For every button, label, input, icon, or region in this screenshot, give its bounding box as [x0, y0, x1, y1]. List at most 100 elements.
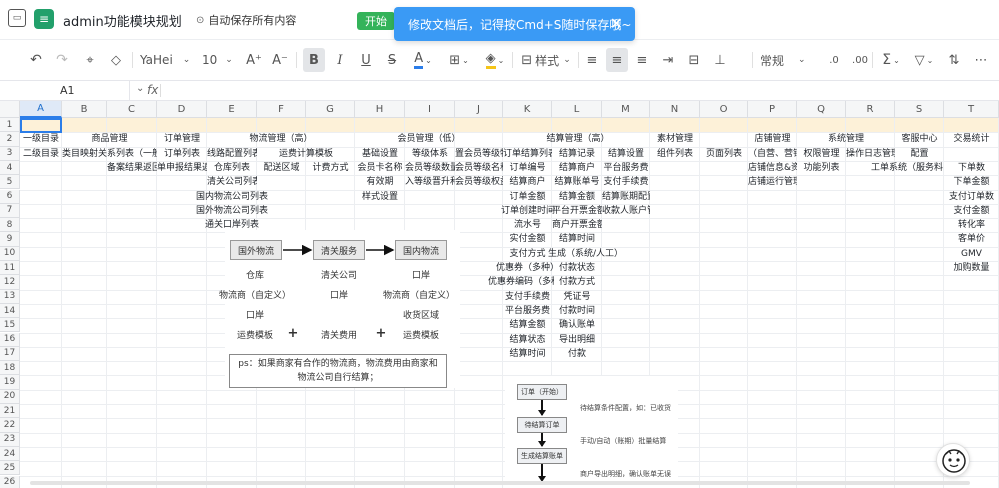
cell-text[interactable]: 加购数量	[944, 261, 999, 275]
row-header-11[interactable]: 11	[0, 261, 20, 276]
cell-text[interactable]: 结算记录	[552, 147, 602, 161]
cell-text[interactable]: 交易统计	[944, 132, 999, 146]
settlement-flowchart[interactable]: 订单（开始） 待结算订单 生成结算账单 待结算条件配置，如：已收货 手动/自动（…	[505, 376, 678, 488]
logistics-flow-diagram[interactable]: 国外物流 清关服务 国内物流 仓库 物流商（自定义） 口岸 运费模板 清关公司 …	[219, 230, 460, 388]
column-header-l[interactable]: L	[552, 101, 602, 118]
cell-text[interactable]: 结算金额	[552, 190, 602, 204]
cell-text[interactable]: 单申报结果返	[157, 161, 207, 175]
filter-icon[interactable]: ▽ ⌄	[910, 48, 938, 72]
cell-text[interactable]: 仓库列表	[207, 161, 257, 175]
document-title[interactable]: admin功能模块规划	[63, 11, 182, 30]
cell-text[interactable]: 素材管理	[650, 132, 700, 146]
name-box[interactable]: A1	[0, 81, 130, 100]
font-family-dropdown[interactable]: YaHei ⌄	[140, 48, 196, 72]
cell-text[interactable]: 结算时间	[503, 347, 552, 361]
cell-text[interactable]: 流水号	[503, 218, 552, 232]
row-header-1[interactable]: 1	[0, 118, 20, 133]
cell-text[interactable]: 付款方式	[552, 275, 602, 289]
cell-text[interactable]: 国内物流公司列表	[187, 190, 277, 204]
row-header-21[interactable]: 21	[0, 404, 20, 419]
cell-text[interactable]: 系统管理	[797, 132, 895, 146]
cell-text[interactable]: 样式设置	[355, 190, 405, 204]
cell-text[interactable]: 下单金额	[944, 175, 999, 189]
cell-text[interactable]: 结算状态	[503, 333, 552, 347]
cell-text[interactable]: 备案结果返回	[107, 161, 157, 175]
save-icon[interactable]: ▭	[8, 9, 26, 27]
more-icon[interactable]: ⋯	[970, 48, 992, 72]
cell-text[interactable]: 转化率	[944, 218, 999, 232]
cell-text[interactable]: 置会员等级特	[455, 147, 503, 161]
cell-text[interactable]: 订单管理	[157, 132, 207, 146]
column-header-a[interactable]: A	[20, 101, 62, 118]
row-header-3[interactable]: 3	[0, 146, 20, 161]
row-header-17[interactable]: 17	[0, 346, 20, 362]
cell-text[interactable]: 配置	[895, 147, 944, 161]
cell-text[interactable]: 类目映射关系列表（一般、重	[62, 147, 157, 161]
cell-text[interactable]: 确认账单	[552, 318, 602, 332]
merge-cells-icon[interactable]: ⊟	[684, 48, 704, 72]
cell-text[interactable]: 下单数	[944, 161, 999, 175]
cell-text[interactable]: 平台服务费	[503, 304, 552, 318]
decimal-icon[interactable]: .0	[824, 48, 844, 72]
cell-text[interactable]: 结算金额	[503, 318, 552, 332]
align-right-icon[interactable]: ≡	[632, 48, 652, 72]
wrap-text-icon[interactable]: ⇥	[658, 48, 678, 72]
row-header-16[interactable]: 16	[0, 332, 20, 347]
horizontal-scrollbar[interactable]	[30, 481, 970, 485]
row-header-10[interactable]: 10	[0, 246, 20, 261]
column-header-e[interactable]: E	[207, 101, 257, 118]
redo-icon[interactable]: ↷	[52, 48, 72, 72]
underline-icon[interactable]: U	[356, 48, 376, 72]
cell-text[interactable]: 功能列表	[797, 161, 846, 175]
cell-text[interactable]: 支付手续费	[602, 175, 650, 189]
font-size-dropdown[interactable]: 10 ⌄	[202, 48, 238, 72]
cell-text[interactable]: 页面列表	[700, 147, 748, 161]
cell-text[interactable]: 生成（系统/人工）	[548, 247, 620, 261]
cell-text[interactable]: 优惠券（多种）	[496, 261, 558, 275]
fill-color-icon[interactable]: ◈ ⌄	[480, 48, 510, 72]
sheet-grid[interactable]: ABCDEFGHIJKLMNOPQRST 1 2 3 4 5 6 7 8 9 10 11 12 13 14…	[0, 101, 999, 488]
number-format-dropdown[interactable]: 常规 ⌄	[760, 48, 820, 72]
row-header-13[interactable]: 13	[0, 289, 20, 304]
column-header-t[interactable]: T	[944, 101, 999, 118]
row-header-19[interactable]: 19	[0, 375, 20, 390]
undo-icon[interactable]: ↶	[26, 48, 46, 72]
column-header-c[interactable]: C	[107, 101, 157, 118]
cell-text[interactable]: 导出明细	[552, 333, 602, 347]
cell-text[interactable]: 结算账期配置	[602, 190, 650, 204]
column-header-k[interactable]: K	[503, 101, 552, 118]
function-icon[interactable]: fx	[147, 83, 158, 97]
row-header-9[interactable]: 9	[0, 232, 20, 247]
cell-text[interactable]: 一级目录	[20, 132, 62, 146]
cell-text[interactable]: GMV	[944, 247, 999, 261]
column-header-i[interactable]: I	[405, 101, 455, 118]
cell-text[interactable]: 等级体系	[405, 147, 455, 161]
row-header-22[interactable]: 22	[0, 418, 20, 433]
formula-input[interactable]	[166, 81, 996, 100]
cell-text[interactable]: （自营、营销	[748, 147, 797, 161]
cell-text[interactable]: 运费计算模板	[257, 147, 355, 161]
cell-text[interactable]: 订单结算列表	[503, 147, 552, 161]
cell-text[interactable]: 结算商户	[552, 161, 602, 175]
row-header-5[interactable]: 5	[0, 175, 20, 190]
row-header-6[interactable]: 6	[0, 189, 20, 204]
row-header-25[interactable]: 25	[0, 461, 20, 476]
cell-text[interactable]: 结算管理（高）	[503, 132, 653, 146]
cell-text[interactable]: 物流管理（高）	[207, 132, 355, 146]
cell-text[interactable]: 入等级晋升和	[405, 175, 455, 189]
cell-text[interactable]: 会员等级名称	[455, 161, 503, 175]
cell-text[interactable]: 支付手续费	[503, 290, 552, 304]
italic-icon[interactable]: I	[330, 48, 350, 72]
cell-text[interactable]: 优惠券编码（多种	[488, 275, 554, 289]
cell-text[interactable]: 凭证号	[552, 290, 602, 304]
column-header-g[interactable]: G	[306, 101, 355, 118]
increase-font-icon[interactable]: A⁺	[244, 48, 264, 72]
row-header-14[interactable]: 14	[0, 303, 20, 319]
cell-text[interactable]: 实付金额	[503, 232, 552, 246]
cell-text[interactable]: 基础设置	[355, 147, 405, 161]
cell-text[interactable]: 结算时间	[552, 232, 602, 246]
font-color-icon[interactable]: A ⌄	[408, 48, 438, 72]
cell-text[interactable]: 清关公司列表	[207, 175, 257, 189]
column-header-q[interactable]: Q	[797, 101, 846, 118]
cell-text[interactable]: 会员管理（低）	[355, 132, 503, 146]
